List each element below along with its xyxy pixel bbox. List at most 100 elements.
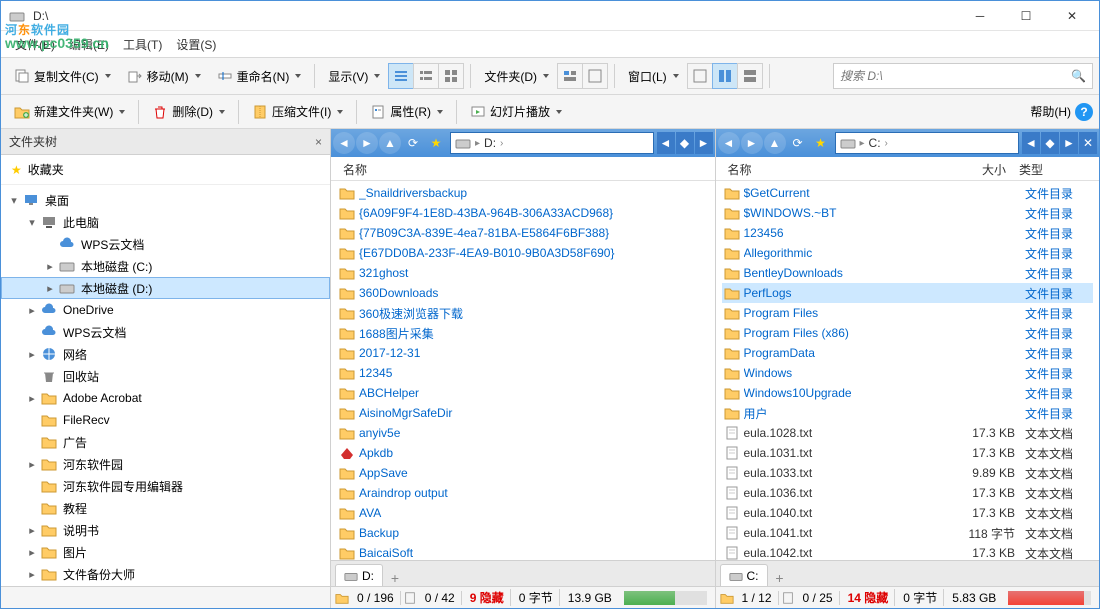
view-details-button[interactable] <box>388 63 414 89</box>
tree-item[interactable]: ▸本地磁盘 (C:) <box>1 255 330 277</box>
left-breadcrumb[interactable]: ▸ D: › <box>450 132 654 154</box>
compress-button[interactable]: 压缩文件(I) <box>245 99 350 124</box>
tree-item[interactable]: 河东软件园专用编辑器 <box>1 475 330 497</box>
expand-icon[interactable]: ▸ <box>25 304 39 317</box>
view-list-button[interactable] <box>413 63 439 89</box>
tree-item[interactable]: ▾桌面 <box>1 189 330 211</box>
nav-close-button[interactable]: ✕ <box>1079 132 1097 154</box>
left-list-header[interactable]: 名称 <box>331 157 715 181</box>
file-row[interactable]: ProgramData文件目录 <box>722 343 1094 363</box>
file-row[interactable]: Apkdb <box>337 443 709 463</box>
layout-stack-button[interactable] <box>737 63 763 89</box>
tree-item[interactable]: FileRecv <box>1 409 330 431</box>
tree-item[interactable]: 广告 <box>1 431 330 453</box>
fav-button[interactable]: ★ <box>425 132 447 154</box>
right-breadcrumb[interactable]: ▸ C: › <box>835 132 1020 154</box>
help-label[interactable]: 帮助(H) <box>1030 103 1071 120</box>
nav-next-button[interactable]: ► <box>695 132 713 154</box>
expand-icon[interactable]: ▸ <box>25 458 39 471</box>
view-thumb-button[interactable] <box>438 63 464 89</box>
tree-item[interactable]: ▸本地磁盘 (D:) <box>1 277 330 299</box>
file-row[interactable]: eula.1033.txt9.89 KB文本文档 <box>722 463 1094 483</box>
up-button[interactable]: ▲ <box>379 132 401 154</box>
file-row[interactable]: Windows文件目录 <box>722 363 1094 383</box>
search-box[interactable]: 🔍 <box>833 63 1093 89</box>
expand-icon[interactable]: ▸ <box>25 524 39 537</box>
view-button[interactable]: 显示(V) <box>321 64 387 89</box>
tree-item[interactable]: ▾此电脑 <box>1 211 330 233</box>
expand-icon[interactable]: ▸ <box>25 546 39 559</box>
menu-edit[interactable]: 编辑(E) <box>63 33 115 56</box>
nav-swap-button[interactable]: ◆ <box>1041 132 1059 154</box>
tree-item[interactable]: ▸网络 <box>1 343 330 365</box>
up-button[interactable]: ▲ <box>764 132 786 154</box>
copy-button[interactable]: 复制文件(C) <box>7 64 118 89</box>
file-row[interactable]: 用户文件目录 <box>722 403 1094 423</box>
expand-icon[interactable]: ▸ <box>43 282 57 295</box>
tree-item[interactable]: WPS云文档 <box>1 321 330 343</box>
file-row[interactable]: Allegorithmic文件目录 <box>722 243 1094 263</box>
left-filelist[interactable]: _Snaildriversbackup{6A09F9F4-1E8D-43BA-9… <box>331 181 715 560</box>
help-icon[interactable]: ? <box>1075 103 1093 121</box>
tree-item[interactable]: ▸河东软件园 <box>1 453 330 475</box>
file-row[interactable]: BentleyDownloads文件目录 <box>722 263 1094 283</box>
folder-flat-button[interactable] <box>582 63 608 89</box>
refresh-button[interactable]: ⟳ <box>787 132 809 154</box>
tree-item[interactable]: ▸OneDrive <box>1 299 330 321</box>
close-button[interactable]: ✕ <box>1049 1 1095 30</box>
file-row[interactable]: {77B09C3A-839E-4ea7-81BA-E5864F6BF388} <box>337 223 709 243</box>
expand-icon[interactable]: ▸ <box>25 392 39 405</box>
back-button[interactable]: ◄ <box>718 132 740 154</box>
tree-item[interactable]: WPS云文档 <box>1 233 330 255</box>
file-row[interactable]: 2017-12-31 <box>337 343 709 363</box>
properties-button[interactable]: 属性(R) <box>363 99 450 124</box>
file-row[interactable]: Program Files文件目录 <box>722 303 1094 323</box>
file-row[interactable]: eula.1036.txt17.3 KB文本文档 <box>722 483 1094 503</box>
back-button[interactable]: ◄ <box>333 132 355 154</box>
file-row[interactable]: {6A09F9F4-1E8D-43BA-964B-306A33ACD968} <box>337 203 709 223</box>
file-row[interactable]: _Snaildriversbackup <box>337 183 709 203</box>
folder-tree[interactable]: ▾桌面▾此电脑WPS云文档▸本地磁盘 (C:)▸本地磁盘 (D:)▸OneDri… <box>1 185 330 586</box>
expand-icon[interactable]: ▸ <box>25 568 39 581</box>
right-tab[interactable]: C: <box>720 564 768 586</box>
file-row[interactable]: AisinoMgrSafeDir <box>337 403 709 423</box>
file-row[interactable]: 1688图片采集 <box>337 323 709 343</box>
file-row[interactable]: eula.1041.txt118 字节文本文档 <box>722 523 1094 543</box>
forward-button[interactable]: ► <box>356 132 378 154</box>
favorites-row[interactable]: ★ 收藏夹 <box>1 155 330 185</box>
nav-prev-button[interactable]: ◄ <box>1022 132 1040 154</box>
file-row[interactable]: AppSave <box>337 463 709 483</box>
tree-item[interactable]: 回收站 <box>1 365 330 387</box>
folder-tree-button[interactable] <box>557 63 583 89</box>
delete-button[interactable]: 删除(D) <box>145 99 232 124</box>
window-button[interactable]: 窗口(L) <box>621 64 686 89</box>
left-tab-add[interactable]: + <box>385 570 405 586</box>
menu-tools[interactable]: 工具(T) <box>117 33 168 56</box>
expand-icon[interactable]: ▾ <box>7 194 21 207</box>
newfolder-button[interactable]: 新建文件夹(W) <box>7 99 132 124</box>
file-row[interactable]: Backup <box>337 523 709 543</box>
expand-icon[interactable]: ▸ <box>43 260 57 273</box>
nav-next-button[interactable]: ► <box>1060 132 1078 154</box>
file-row[interactable]: eula.1028.txt17.3 KB文本文档 <box>722 423 1094 443</box>
file-row[interactable]: $GetCurrent文件目录 <box>722 183 1094 203</box>
file-row[interactable]: 12345 <box>337 363 709 383</box>
right-filelist[interactable]: $GetCurrent文件目录$WINDOWS.~BT文件目录123456文件目… <box>716 181 1100 560</box>
fav-button[interactable]: ★ <box>810 132 832 154</box>
sidebar-close-icon[interactable]: × <box>315 135 322 149</box>
file-row[interactable]: ABCHelper <box>337 383 709 403</box>
col-type[interactable]: 类型 <box>1013 157 1093 180</box>
file-row[interactable]: eula.1040.txt17.3 KB文本文档 <box>722 503 1094 523</box>
left-tab[interactable]: D: <box>335 564 383 586</box>
menu-settings[interactable]: 设置(S) <box>170 33 222 56</box>
layout-dual-button[interactable] <box>712 63 738 89</box>
right-tab-add[interactable]: + <box>770 570 790 586</box>
file-row[interactable]: 123456文件目录 <box>722 223 1094 243</box>
tree-item[interactable]: ▸Adobe Acrobat <box>1 387 330 409</box>
file-row[interactable]: 321ghost <box>337 263 709 283</box>
nav-prev-button[interactable]: ◄ <box>657 132 675 154</box>
file-row[interactable]: 360极速浏览器下载 <box>337 303 709 323</box>
nav-swap-button[interactable]: ◆ <box>676 132 694 154</box>
forward-button[interactable]: ► <box>741 132 763 154</box>
col-name[interactable]: 名称 <box>722 157 944 180</box>
